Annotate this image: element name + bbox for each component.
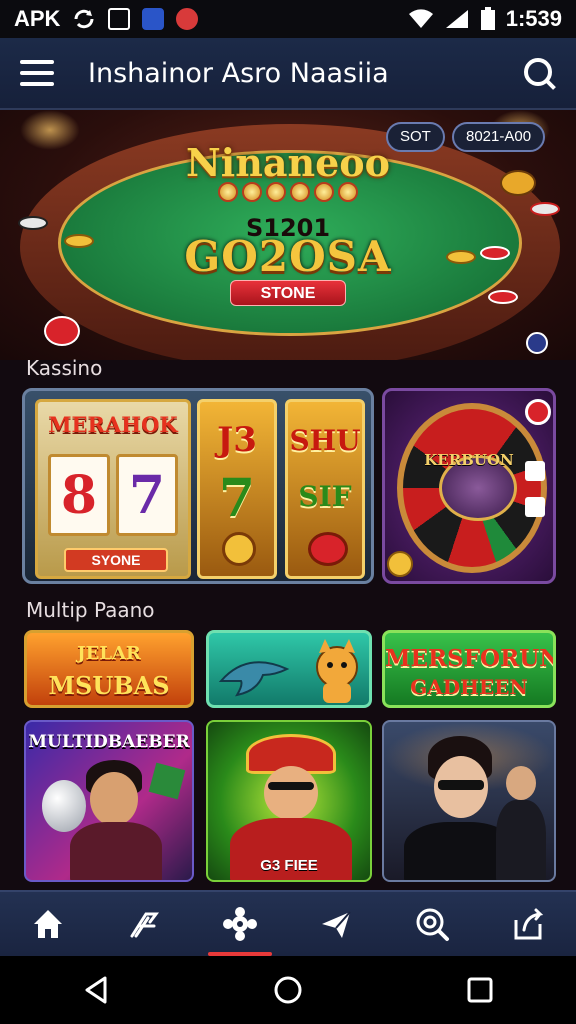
chip-icon bbox=[500, 170, 536, 196]
dice-icon bbox=[525, 497, 545, 517]
slot-reel-column: SHU SIF bbox=[285, 399, 365, 579]
chip-icon bbox=[530, 202, 560, 216]
signal-icon bbox=[445, 10, 468, 28]
hero-chip-row bbox=[212, 182, 364, 208]
bottom-navigation bbox=[0, 890, 576, 956]
chip-icon bbox=[480, 246, 510, 260]
background-character-body bbox=[496, 800, 546, 880]
coin-icon bbox=[387, 551, 413, 577]
card-icon bbox=[148, 762, 186, 800]
search-icon[interactable] bbox=[522, 56, 556, 90]
hero-banner[interactable]: Ninaneoo S1201 GO2OSA STONE SOT 8021-A00 bbox=[0, 110, 576, 360]
recents-icon bbox=[467, 977, 493, 1003]
slot-symbol: SHU bbox=[289, 424, 361, 457]
nav-share[interactable] bbox=[496, 896, 560, 952]
sunglasses-icon bbox=[438, 780, 484, 790]
game-tile-mersforun[interactable]: MERSFORUN GADHEEN bbox=[382, 630, 556, 708]
slot-symbol: SIF bbox=[298, 480, 352, 513]
home-circle-icon bbox=[274, 976, 302, 1004]
status-time: 1:539 bbox=[505, 6, 562, 31]
home-icon bbox=[34, 910, 62, 938]
dog-icon bbox=[316, 639, 358, 703]
game-tile-jelar[interactable]: JELAR MSUBAS bbox=[24, 630, 194, 708]
slot-reel: 7 bbox=[116, 454, 178, 536]
chip-icon bbox=[18, 216, 48, 230]
slot-coin-icon bbox=[222, 532, 256, 566]
dice-icon bbox=[525, 461, 545, 481]
tile-title-line: GADHEEN bbox=[410, 675, 528, 699]
slot-title: MERAHOK bbox=[48, 412, 178, 437]
status-bar: APK 1:539 bbox=[0, 0, 576, 38]
chip-icon bbox=[525, 399, 551, 425]
alert-notification-icon bbox=[176, 8, 199, 30]
hero-pill-right[interactable]: 8021-A00 bbox=[452, 122, 546, 152]
balloon-icon bbox=[42, 780, 86, 832]
nav-games[interactable] bbox=[208, 896, 272, 956]
chip-icon bbox=[526, 332, 548, 354]
chip-icon bbox=[488, 290, 518, 304]
back-icon bbox=[85, 976, 107, 1004]
tile-title-line: MSUBAS bbox=[48, 671, 170, 700]
game-card-multiplayer-3[interactable] bbox=[382, 720, 556, 882]
wifi-icon bbox=[408, 9, 433, 28]
app-bar: Inshainor Asro Naasiia bbox=[0, 38, 576, 110]
game-card-title: MULTIDBAEBER bbox=[28, 732, 190, 752]
slot-character-icon bbox=[308, 532, 348, 566]
system-back-button[interactable] bbox=[66, 960, 126, 1020]
nav-slots[interactable] bbox=[112, 896, 176, 952]
character-body bbox=[70, 822, 162, 880]
slot-spin-button[interactable]: SYONE bbox=[64, 548, 168, 572]
hero-pill-left[interactable]: SOT bbox=[386, 122, 445, 152]
menu-icon[interactable] bbox=[20, 60, 54, 86]
sync-icon bbox=[74, 9, 94, 29]
app-title: Inshainor Asro Naasiia bbox=[88, 57, 389, 89]
game-tile-animals[interactable] bbox=[206, 630, 372, 708]
section-label-multiplayer: Multip Paano bbox=[26, 598, 155, 622]
background-character bbox=[506, 766, 536, 800]
slot-symbol: 7 bbox=[218, 468, 256, 529]
chip-icon bbox=[446, 250, 476, 264]
slot-symbol: J3 bbox=[217, 420, 257, 460]
hero-play-button[interactable]: STONE bbox=[230, 280, 346, 306]
game-card-multiplayer-2[interactable]: G3 FIEE bbox=[206, 720, 372, 882]
app-notification-icon bbox=[142, 8, 165, 30]
roulette-game-card[interactable]: KERBUON bbox=[382, 388, 556, 584]
system-home-button[interactable] bbox=[258, 960, 318, 1020]
chip-icon bbox=[44, 316, 80, 346]
dolphin-icon bbox=[218, 661, 290, 697]
system-navigation bbox=[0, 956, 576, 1024]
slot-reel: 8 bbox=[48, 454, 110, 536]
slot-machine: MERAHOK 8 7 SYONE bbox=[35, 399, 191, 579]
games-icon bbox=[223, 907, 257, 941]
slots-icon bbox=[130, 912, 159, 938]
nav-settings[interactable] bbox=[400, 896, 464, 952]
game-card-multiplayer-1[interactable]: MULTIDBAEBER bbox=[24, 720, 194, 882]
sunglasses-icon bbox=[268, 782, 314, 790]
nav-send[interactable] bbox=[304, 896, 368, 952]
character-face bbox=[90, 772, 138, 826]
send-icon bbox=[322, 911, 351, 938]
settings-icon bbox=[416, 908, 449, 941]
battery-icon bbox=[480, 7, 495, 30]
character-face bbox=[264, 766, 318, 820]
nav-home[interactable] bbox=[16, 896, 80, 952]
system-recents-button[interactable] bbox=[450, 960, 510, 1020]
roulette-wheel bbox=[397, 403, 547, 573]
sim-card-icon bbox=[108, 8, 131, 30]
tile-title-line: MERSFORUN bbox=[385, 645, 556, 672]
chip-icon bbox=[64, 234, 94, 248]
share-icon bbox=[514, 908, 544, 940]
slot-reel-column: J3 7 bbox=[197, 399, 277, 579]
section-label-casino: Kassino bbox=[26, 356, 103, 380]
game-card-caption: G3 FIEE bbox=[260, 857, 318, 874]
status-app-label: APK bbox=[14, 6, 61, 31]
tile-title-line: JELAR bbox=[77, 643, 141, 664]
slots-game-card[interactable]: MERAHOK 8 7 SYONE J3 7 SHU SIF bbox=[22, 388, 374, 584]
